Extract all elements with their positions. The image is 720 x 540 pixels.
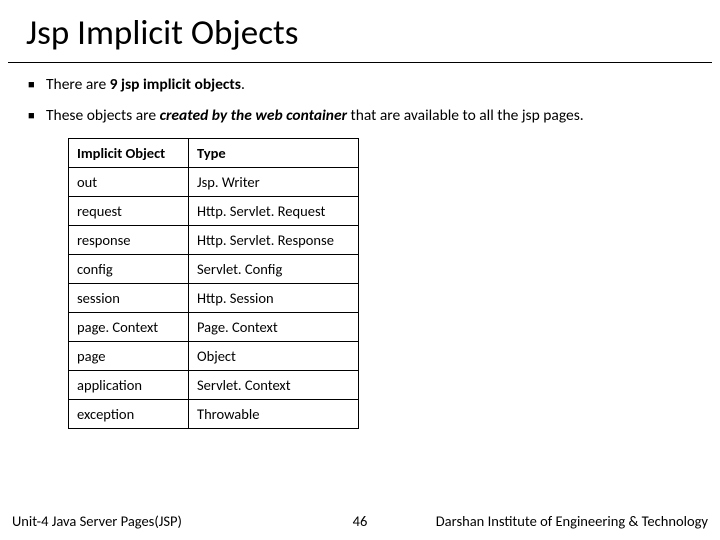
table-cell: Throwable [189, 399, 359, 428]
bullet-marker: ■ [28, 106, 46, 123]
table-cell: Jsp. Writer [189, 167, 359, 196]
text-fragment: that are available to all the jsp pages. [347, 106, 584, 125]
table-cell: page. Context [69, 312, 189, 341]
footer-page-number: 46 [330, 512, 390, 530]
table-row: applicationServlet. Context [69, 370, 359, 399]
table-cell: Servlet. Context [189, 370, 359, 399]
text-emphasis: created by the web container [160, 106, 347, 125]
table-cell: config [69, 254, 189, 283]
bullet-1: ■ There are 9 jsp implicit objects. [28, 75, 692, 94]
text-bold: 9 jsp implicit objects [110, 75, 241, 94]
table-cell: Page. Context [189, 312, 359, 341]
table-cell: Http. Session [189, 283, 359, 312]
table-row: exceptionThrowable [69, 399, 359, 428]
table-row: pageObject [69, 341, 359, 370]
slide-footer: Unit-4 Java Server Pages(JSP) 46 Darshan… [0, 512, 720, 530]
table-header: Type [189, 138, 359, 167]
table-header: Implicit Object [69, 138, 189, 167]
table-cell: exception [69, 399, 189, 428]
table-cell: out [69, 167, 189, 196]
footer-right: Darshan Institute of Engineering & Techn… [390, 512, 708, 530]
text-fragment: There are [46, 75, 110, 94]
table-cell: session [69, 283, 189, 312]
table-row: requestHttp. Servlet. Request [69, 196, 359, 225]
table-row: sessionHttp. Session [69, 283, 359, 312]
table-row: out Jsp. Writer [69, 167, 359, 196]
table-cell: application [69, 370, 189, 399]
table-row: page. ContextPage. Context [69, 312, 359, 341]
table-cell: Http. Servlet. Request [189, 196, 359, 225]
implicit-objects-table-wrap: Implicit Object Type out Jsp. Writerrequ… [68, 138, 692, 429]
bullet-text: There are 9 jsp implicit objects. [46, 75, 245, 94]
table-cell: response [69, 225, 189, 254]
footer-left: Unit-4 Java Server Pages(JSP) [12, 512, 330, 530]
table-cell: Servlet. Config [189, 254, 359, 283]
slide-title: Jsp Implicit Objects [8, 0, 712, 63]
table-cell: request [69, 196, 189, 225]
text-fragment: These objects are [46, 106, 160, 125]
text-fragment: . [241, 75, 245, 94]
table-cell: Http. Servlet. Response [189, 225, 359, 254]
table-row: configServlet. Config [69, 254, 359, 283]
table-row: responseHttp. Servlet. Response [69, 225, 359, 254]
implicit-objects-table: Implicit Object Type out Jsp. Writerrequ… [68, 138, 359, 429]
table-cell: page [69, 341, 189, 370]
slide-content: ■ There are 9 jsp implicit objects. ■ Th… [0, 63, 720, 429]
bullet-2: ■ These objects are created by the web c… [28, 106, 692, 125]
table-header-row: Implicit Object Type [69, 138, 359, 167]
bullet-marker: ■ [28, 75, 46, 92]
bullet-text: These objects are created by the web con… [46, 106, 584, 125]
table-cell: Object [189, 341, 359, 370]
